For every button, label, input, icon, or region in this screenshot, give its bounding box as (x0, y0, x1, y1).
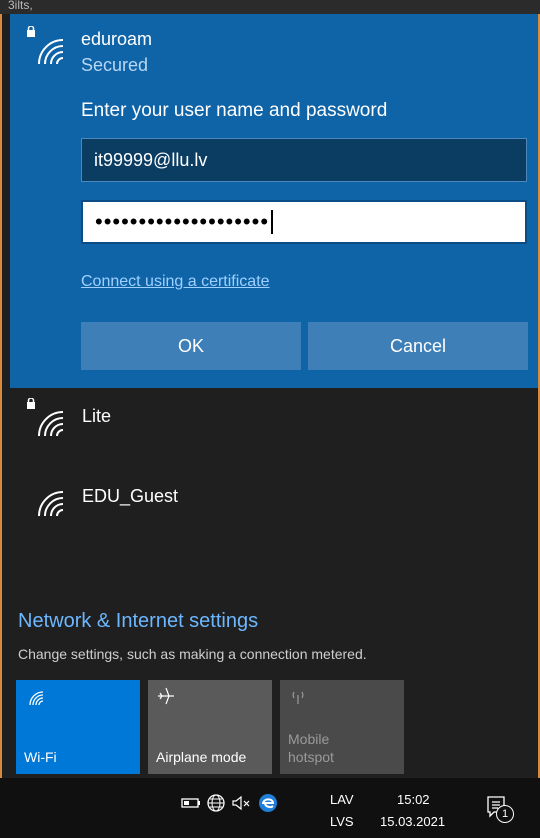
password-mask: •••••••••••••••••••• (95, 209, 270, 234)
airplane-mode-tile[interactable]: Airplane mode (148, 680, 272, 774)
clock-time[interactable]: 15:02 (397, 792, 430, 807)
mobile-hotspot-label: Mobile hotspot (288, 730, 334, 766)
network-item-edu-guest[interactable]: EDU_Guest (10, 468, 538, 532)
top-strip-text: 3ilts, (8, 0, 33, 12)
username-field[interactable]: it99999@llu.lv (81, 138, 527, 182)
clock-date[interactable]: 15.03.2021 (380, 814, 445, 829)
edge-icon[interactable] (257, 792, 279, 814)
network-status: Secured (81, 55, 149, 75)
language-top[interactable]: LAV (330, 792, 354, 807)
network-name: eduroam (81, 29, 153, 49)
airplane-mode-label: Airplane mode (156, 749, 247, 765)
text-caret (271, 210, 274, 234)
password-field[interactable]: •••••••••••••••••••• (81, 200, 527, 244)
network-label: EDU_Guest (82, 486, 179, 506)
hotspot-line-2: hotspot (288, 749, 334, 765)
wifi-icon (38, 491, 64, 517)
credentials-prompt: Enter your user name and password (81, 100, 388, 121)
battery-icon[interactable] (180, 792, 202, 814)
notification-badge: 1 (496, 805, 514, 823)
network-settings-link[interactable]: Network & Internet settings (18, 610, 258, 633)
wifi-tile[interactable]: Wi-Fi (16, 680, 140, 774)
hotspot-icon (292, 691, 304, 704)
wifi-secured-icon (27, 398, 64, 437)
network-settings-subtitle: Change settings, such as making a connec… (18, 646, 367, 662)
hotspot-line-1: Mobile (288, 731, 330, 747)
top-strip: 3ilts, (0, 0, 540, 14)
username-value: it99999@llu.lv (94, 149, 208, 170)
wifi-icon (29, 691, 44, 706)
notification-center[interactable]: 1 (484, 794, 514, 823)
wifi-tile-label: Wi-Fi (24, 749, 57, 765)
ok-button[interactable]: OK (81, 322, 301, 370)
globe-icon[interactable] (205, 792, 227, 814)
airplane-icon (158, 687, 174, 705)
taskbar: LAV LVS 15:02 15.03.2021 1 (0, 778, 540, 838)
network-item-lite[interactable]: Lite (10, 388, 538, 452)
connect-certificate-link[interactable]: Connect using a certificate (81, 273, 270, 291)
wifi-secured-icon (27, 26, 64, 65)
cancel-button[interactable]: Cancel (308, 322, 528, 370)
expanded-network-panel: eduroam Secured Enter your user name and… (10, 14, 538, 388)
network-label: Lite (82, 406, 112, 426)
language-bottom[interactable]: LVS (330, 814, 354, 829)
mobile-hotspot-tile[interactable]: Mobile hotspot (280, 680, 404, 774)
volume-muted-icon[interactable] (230, 792, 252, 814)
